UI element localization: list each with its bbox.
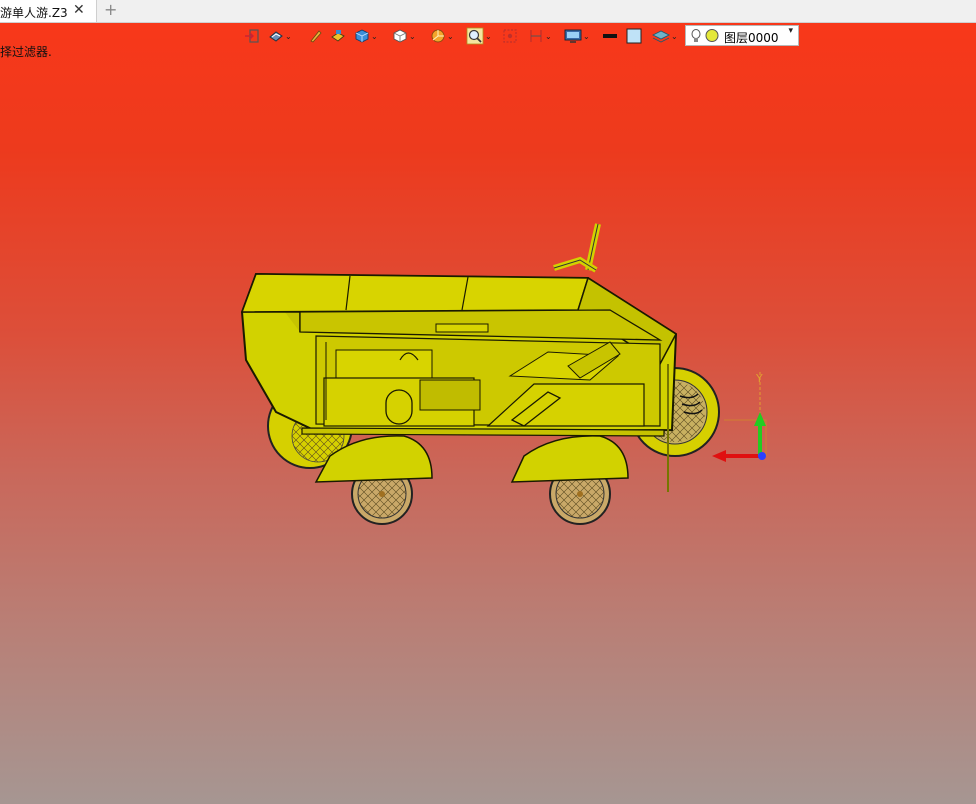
add-tab-icon[interactable]: + bbox=[104, 1, 117, 19]
document-tab-title[interactable]: 旅游单人游.Z3 bbox=[0, 4, 68, 21]
close-icon[interactable]: ✕ bbox=[73, 2, 85, 18]
document-tab-bar: 旅游单人游.Z3 ✕ + bbox=[0, 0, 976, 23]
axis-triad[interactable]: Y bbox=[712, 372, 767, 462]
handlebar[interactable] bbox=[553, 223, 601, 273]
y-axis-label: Y bbox=[755, 372, 763, 385]
right-fender[interactable] bbox=[510, 435, 629, 483]
model-scene: Y bbox=[240, 223, 767, 525]
3d-viewport[interactable]: 择过滤器. ⌄ ⌄ ⌄ ⌄ ⌄ ⌄ ⌄ ⌄ 图层0000 ▾ Y bbox=[0, 23, 976, 804]
document-tab[interactable]: 旅游单人游.Z3 ✕ bbox=[0, 0, 97, 22]
